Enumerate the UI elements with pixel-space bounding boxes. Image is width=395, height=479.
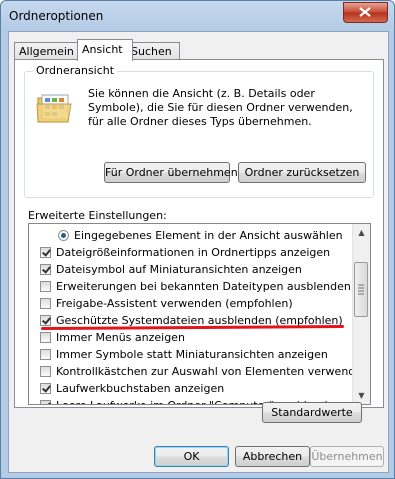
tab-ansicht[interactable]: Ansicht — [77, 39, 133, 61]
advanced-settings-list[interactable]: Eingegebenes Element in der Ansicht ausw… — [28, 223, 371, 405]
checkbox[interactable] — [40, 247, 51, 258]
restore-defaults-button[interactable]: Standardwerte — [262, 402, 362, 423]
checkbox[interactable] — [40, 332, 51, 343]
grip-icon — [358, 284, 364, 295]
reset-folders-button[interactable]: Ordner zurücksetzen — [238, 162, 366, 183]
scroll-thumb[interactable] — [354, 262, 368, 317]
list-item-label: Immer Symbole statt Miniaturansichten an… — [56, 348, 328, 361]
folder-view-description: Sie können die Ansicht (z. B. Details od… — [88, 87, 353, 128]
apply-button: Übernehmen — [310, 446, 384, 467]
list-item-label: Eingegebenes Element in der Ansicht ausw… — [74, 229, 343, 242]
tab-allgemein[interactable]: Allgemein — [14, 42, 82, 60]
close-icon — [359, 7, 371, 17]
checkbox[interactable] — [40, 349, 51, 360]
list-item-label: Dateigrößeinformationen in Ordnertipps a… — [56, 246, 331, 259]
checkbox[interactable] — [40, 298, 51, 309]
dialog-client-area: Allgemein Ansicht Suchen Ordneransicht S… — [8, 31, 389, 473]
window-title: Ordneroptionen — [9, 9, 104, 23]
checkbox[interactable] — [40, 281, 51, 292]
list-item-label: Freigabe-Assistent verwenden (empfohlen) — [56, 297, 293, 310]
dialog-window: Ordneroptionen Allgemein Ansicht Suchen … — [0, 0, 395, 479]
folder-view-group: Ordneransicht Sie können die Ansicht (z.… — [24, 64, 374, 198]
checkbox[interactable] — [40, 400, 51, 404]
tab-panel-ansicht: Ordneransicht Sie können die Ansicht (z.… — [14, 59, 384, 408]
list-item-label: Laufwerkbuchstaben anzeigen — [56, 382, 225, 395]
radio-button[interactable] — [58, 230, 69, 241]
list-item-label: Dateisymbol auf Miniaturansichten anzeig… — [56, 263, 302, 276]
checkbox[interactable] — [40, 264, 51, 275]
checkbox[interactable] — [40, 366, 51, 377]
checkbox[interactable] — [40, 315, 51, 326]
ok-button[interactable]: OK — [154, 446, 229, 467]
list-item-label: Immer Menüs anzeigen — [56, 331, 185, 344]
title-bar[interactable]: Ordneroptionen — [1, 1, 394, 31]
tab-suchen[interactable]: Suchen — [126, 42, 180, 60]
advanced-settings-label: Erweiterte Einstellungen: — [28, 209, 167, 222]
checkbox[interactable] — [40, 383, 51, 394]
scroll-up-arrow-icon[interactable]: ▲ — [353, 224, 370, 241]
close-button[interactable] — [343, 2, 388, 23]
folder-view-icon — [36, 94, 72, 123]
folder-view-legend: Ordneransicht — [33, 64, 118, 77]
list-item-label: Kontrollkästchen zur Auswahl von Element… — [56, 365, 370, 378]
cancel-button[interactable]: Abbrechen — [235, 446, 310, 467]
list-item-label: Erweiterungen bei bekannten Dateitypen a… — [56, 280, 351, 293]
vertical-scrollbar[interactable]: ▲ ▼ — [352, 224, 370, 404]
apply-to-folders-button[interactable]: Für Ordner übernehmen — [104, 162, 238, 183]
